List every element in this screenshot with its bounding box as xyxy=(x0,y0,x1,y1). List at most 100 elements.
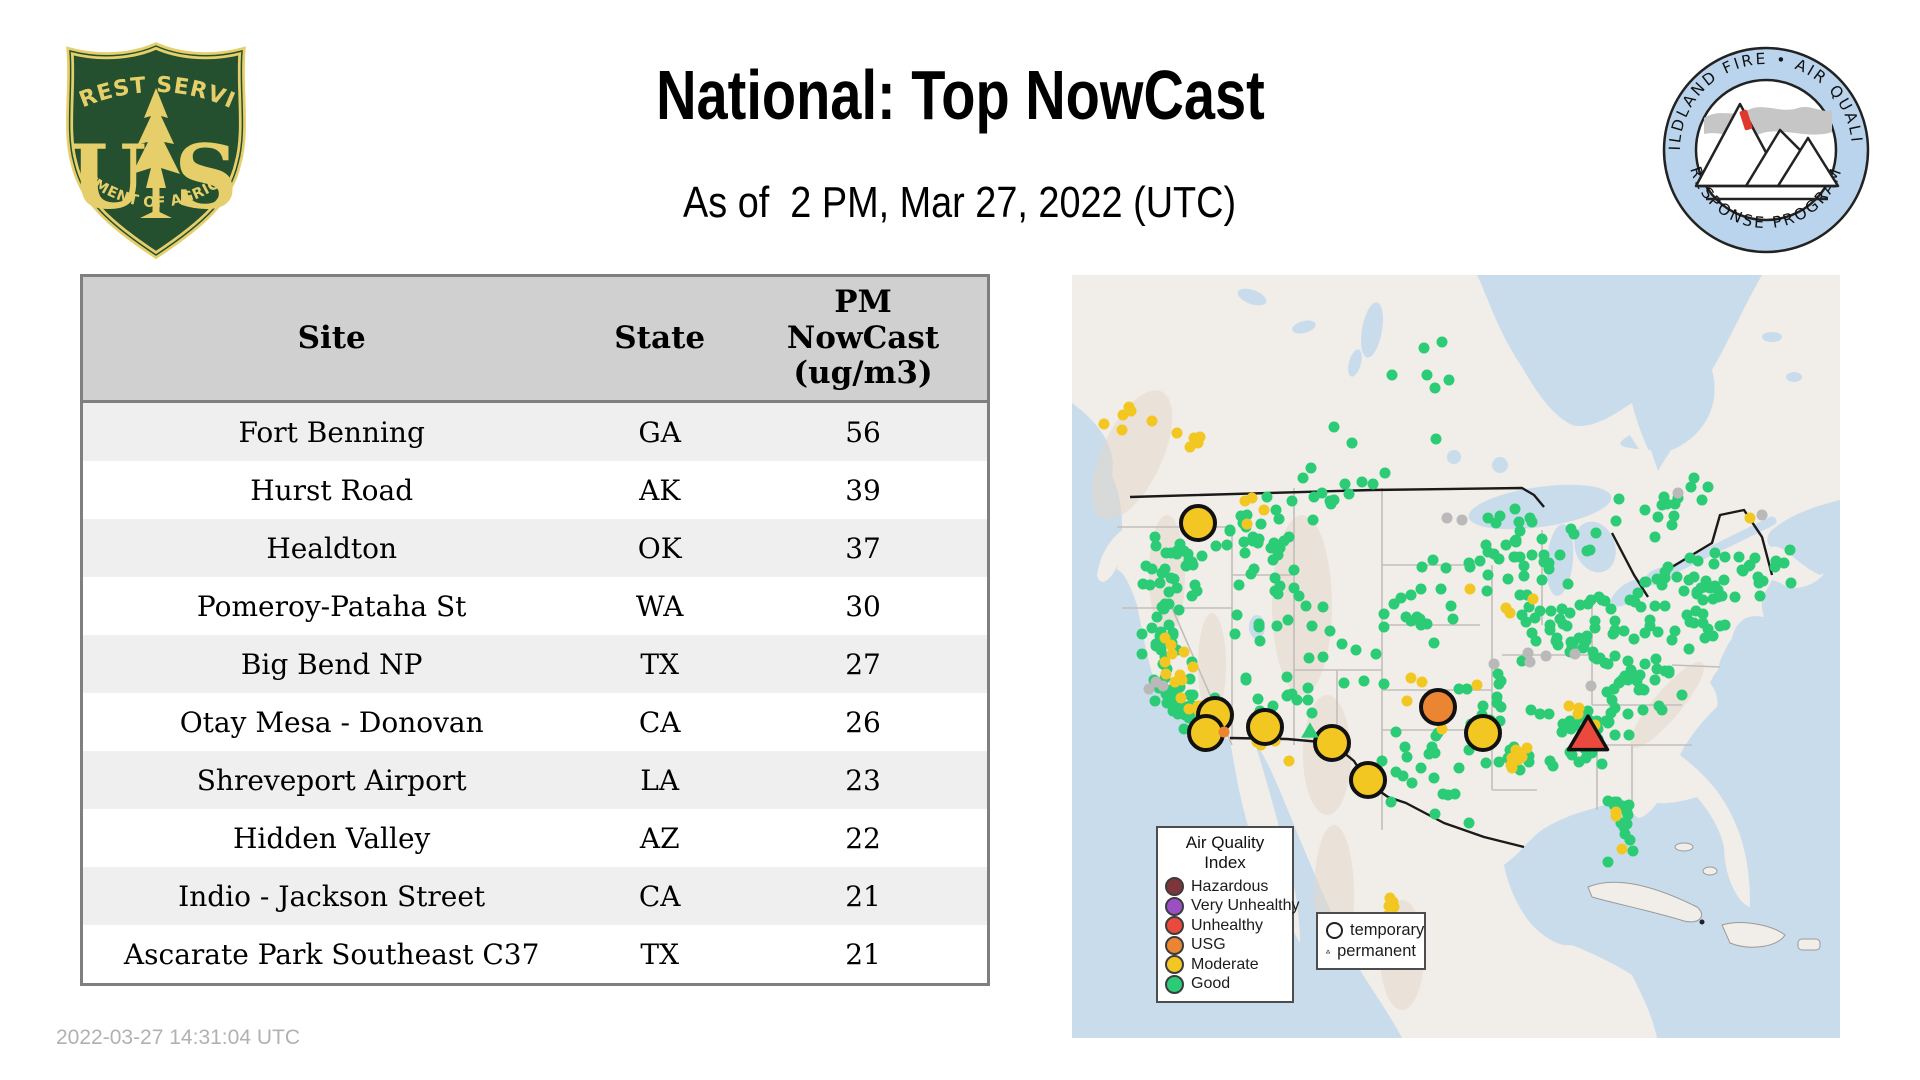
value-cell: 26 xyxy=(845,705,881,739)
aqi-dot-good xyxy=(1669,625,1681,637)
aqi-dot-inactive xyxy=(1456,514,1468,526)
column-header: Site xyxy=(81,275,581,403)
state-cell: AK xyxy=(639,473,681,507)
aqi-dot-good xyxy=(1149,531,1161,543)
aqi-dot-good xyxy=(1265,542,1277,554)
aqi-dot-moderate xyxy=(1505,759,1517,771)
aqi-dot-inactive xyxy=(1585,680,1597,692)
aqi-dot-good xyxy=(1481,585,1493,597)
aqi-dot-good xyxy=(1288,582,1300,594)
legend-label: Hazardous xyxy=(1191,877,1269,895)
aqi-dot-good xyxy=(1602,856,1614,868)
aqi-dot-moderate xyxy=(1464,583,1476,595)
wf-logo-mountains-icon xyxy=(1694,102,1840,201)
aqi-dot-good xyxy=(1239,547,1251,559)
permanent-monitor-marker-unhealthy xyxy=(1566,713,1610,752)
aqi-dot-good xyxy=(1491,691,1503,703)
aqi-dot-good xyxy=(1445,600,1457,612)
aqi-dot-good xyxy=(1609,702,1621,714)
site-cell: Otay Mesa - Donovan xyxy=(179,705,484,739)
aqi-dot-good xyxy=(1224,524,1236,536)
aqi-dot-good xyxy=(1443,374,1455,386)
aqi-dot-good xyxy=(1702,481,1714,493)
value-cell: 23 xyxy=(845,763,881,797)
aqi-dot-moderate xyxy=(1098,418,1110,430)
aqi-dot-good xyxy=(1273,513,1285,525)
aqi-dot-good xyxy=(1302,682,1314,694)
aqi-dot-good xyxy=(1656,579,1668,591)
temporary-marker-icon xyxy=(1326,922,1343,939)
aqi-dot-good xyxy=(1346,437,1358,449)
aqi-dot-good xyxy=(1770,555,1782,567)
aqi-dot-good xyxy=(1624,834,1636,846)
aqi-dot-good xyxy=(1480,757,1492,769)
temporary-label: temporary xyxy=(1350,921,1425,939)
aqi-dot-good xyxy=(1599,657,1611,669)
aqi-dot-good xyxy=(1671,571,1683,583)
aqi-dot-good xyxy=(1317,601,1329,613)
aqi-dot-good xyxy=(1639,627,1651,638)
aqi-dot-good xyxy=(1149,695,1161,707)
aqi-dot-good xyxy=(1453,762,1465,774)
aqi-dot-good xyxy=(1463,557,1475,569)
aqi-dot-inactive xyxy=(1150,676,1162,688)
aqi-dot-good xyxy=(1733,551,1745,563)
aqi-dot-good xyxy=(1356,476,1368,488)
aqi-dot-good xyxy=(1196,550,1208,562)
aqi-dot-good xyxy=(1272,588,1284,600)
legend-label: Moderate xyxy=(1191,955,1259,973)
aqi-dot-good xyxy=(1508,551,1520,563)
aqi-dot-good xyxy=(1653,700,1665,712)
aqi-dot-good xyxy=(1618,625,1630,637)
aqi-dot-good xyxy=(1429,382,1441,394)
aqi-dot-good xyxy=(1590,527,1602,539)
aqi-dot-good xyxy=(1418,342,1430,354)
site-cell: Big Bend NP xyxy=(240,647,423,681)
aqi-dot-good xyxy=(1300,600,1312,612)
aqi-dot-good xyxy=(1613,493,1625,505)
aqi-dot-good xyxy=(1302,694,1314,706)
aqi-dot-good xyxy=(1136,628,1148,640)
aqi-dot-good xyxy=(1708,558,1720,570)
aqi-dot-good xyxy=(1461,683,1473,695)
aqi-dot-good xyxy=(1554,549,1566,561)
aqi-dot-good xyxy=(1785,577,1797,589)
aqi-dot-good xyxy=(1308,491,1320,503)
table-row: Healdton OK 37 xyxy=(81,519,989,577)
legend-label: Unhealthy xyxy=(1191,916,1264,934)
wildland-fire-badge-icon: WILDLAND FIRE • AIR QUALITY RESPONSE PRO… xyxy=(1651,30,1870,254)
aqi-dot-moderate xyxy=(1160,668,1172,680)
table-row: Indio - Jackson Street CA 21 xyxy=(81,867,989,925)
aqi-dot-good xyxy=(1286,495,1298,507)
aqi-dot-inactive xyxy=(1522,647,1534,659)
aqi-dot-good xyxy=(1186,590,1198,602)
aqi-dot-good xyxy=(1536,574,1548,586)
aqi-dot-good xyxy=(1562,578,1574,590)
aqi-dot-good xyxy=(1378,608,1390,620)
aqi-dot-good xyxy=(1231,609,1243,621)
aqi-dot-moderate xyxy=(1521,742,1533,754)
aqi-dot-moderate xyxy=(1510,744,1522,756)
slide: FOREST SERVICE U S DEPARTMENT OF AGRICUL… xyxy=(0,0,1920,1080)
forest-service-logo: FOREST SERVICE U S DEPARTMENT OF AGRICUL… xyxy=(46,17,256,266)
aqi-dot-good xyxy=(1649,531,1661,543)
table-row: Fort Benning GA 56 xyxy=(81,401,989,461)
small-marker xyxy=(1699,919,1705,925)
aqi-dot-good xyxy=(1429,808,1441,820)
temporary-monitor-marker-moderate xyxy=(1178,503,1217,542)
title-block: National: Top NowCast As of 2 PM, Mar 27… xyxy=(300,60,1620,228)
aqi-dot-good xyxy=(1697,608,1709,620)
aqi-dot-good xyxy=(1518,570,1530,582)
aqi-dot-good xyxy=(1668,510,1680,522)
state-cell: TX xyxy=(640,937,679,971)
aqi-dot-good xyxy=(1658,491,1670,503)
site-cell: Hidden Valley xyxy=(232,821,431,855)
state-cell: AZ xyxy=(639,821,680,855)
aqi-dot-moderate xyxy=(1239,495,1251,507)
aqi-dot-moderate xyxy=(1258,504,1269,516)
aqi-dot-good xyxy=(1683,643,1695,655)
aqi-dot-moderate xyxy=(1383,900,1395,912)
aqi-dot-good xyxy=(1367,478,1379,490)
aqi-dot-good xyxy=(1385,796,1397,808)
state-cell: CA xyxy=(638,879,681,913)
